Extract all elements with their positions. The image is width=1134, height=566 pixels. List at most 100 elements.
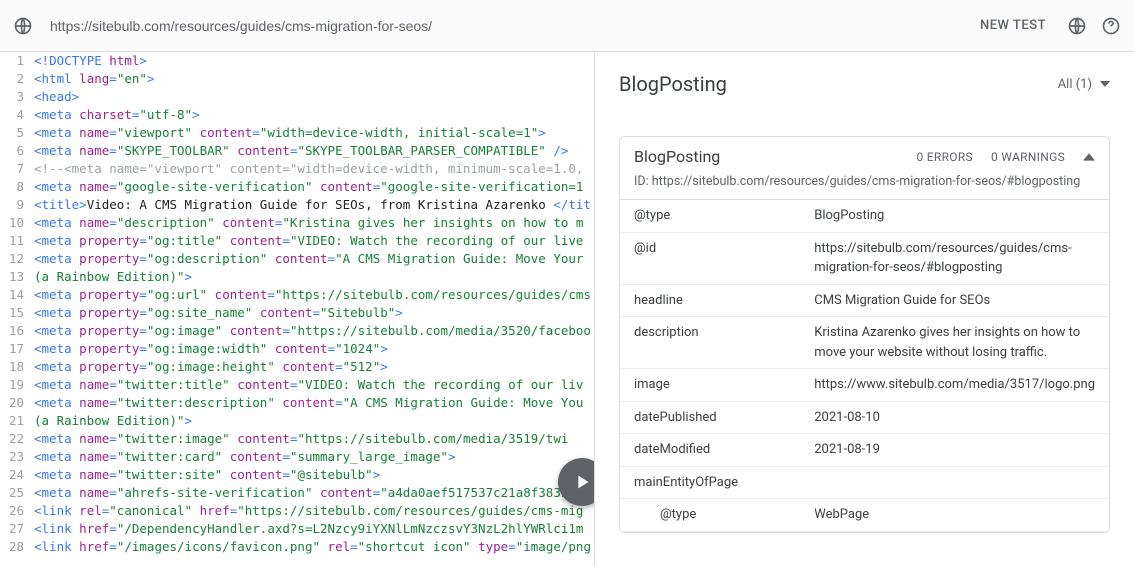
inspector-title: BlogPosting — [619, 72, 727, 96]
line-number: 25 — [0, 484, 34, 502]
card-id: ID: https://sitebulb.com/resources/guide… — [620, 172, 1109, 200]
code-line[interactable]: 3<head> — [0, 88, 594, 106]
property-value: https://www.sitebulb.com/media/3517/logo… — [800, 369, 1109, 402]
line-number: 1 — [0, 52, 34, 70]
code-line[interactable]: 28<link href="/images/icons/favicon.png"… — [0, 538, 594, 556]
property-key: image — [620, 369, 800, 402]
chevron-up-icon — [1083, 153, 1095, 161]
code-line[interactable]: 21(a Rainbow Edition)"> — [0, 412, 594, 430]
result-card: BlogPosting 0 ERRORS 0 WARNINGS ID: http… — [619, 136, 1110, 533]
card-header[interactable]: BlogPosting 0 ERRORS 0 WARNINGS — [620, 137, 1109, 172]
code-line[interactable]: 13(a Rainbow Edition)"> — [0, 268, 594, 286]
table-row: imagehttps://www.sitebulb.com/media/3517… — [620, 369, 1109, 402]
code-line[interactable]: 26<link rel="canonical" href="https://si… — [0, 502, 594, 520]
globe-icon — [12, 15, 34, 37]
code-line[interactable]: 17<meta property="og:image:width" conten… — [0, 340, 594, 358]
code-content: <meta charset="utf-8"> — [34, 106, 594, 124]
code-line[interactable]: 27<link href="/DependencyHandler.axd?s=L… — [0, 520, 594, 538]
line-number: 3 — [0, 88, 34, 106]
code-content: <meta name="twitter:image" content="http… — [34, 430, 594, 448]
line-number: 6 — [0, 142, 34, 160]
code-line[interactable]: 16<meta property="og:image" content="htt… — [0, 322, 594, 340]
code-line[interactable]: 9<title>Video: A CMS Migration Guide for… — [0, 196, 594, 214]
code-content: <meta name="google-site-verification" co… — [34, 178, 594, 196]
source-code-panel[interactable]: 1<!DOCTYPE html>2<html lang="en">3<head>… — [0, 52, 595, 566]
code-content: <title>Video: A CMS Migration Guide for … — [34, 196, 594, 214]
code-line[interactable]: 1<!DOCTYPE html> — [0, 52, 594, 70]
code-line[interactable]: 25<meta name="ahrefs-site-verification" … — [0, 484, 594, 502]
url-input[interactable] — [46, 12, 968, 40]
line-number: 18 — [0, 358, 34, 376]
code-content: <!--<meta name="viewport" content="width… — [34, 160, 594, 178]
property-key: headline — [620, 284, 800, 317]
code-line[interactable]: 7<!--<meta name="viewport" content="widt… — [0, 160, 594, 178]
code-content: <meta name="twitter:site" content="@site… — [34, 466, 594, 484]
code-content: <meta name="viewport" content="width=dev… — [34, 124, 594, 142]
code-line[interactable]: 4<meta charset="utf-8"> — [0, 106, 594, 124]
table-row: dateModified2021-08-19 — [620, 434, 1109, 467]
code-line[interactable]: 11<meta property="og:title" content="VID… — [0, 232, 594, 250]
properties-table: @typeBlogPosting@idhttps://sitebulb.com/… — [620, 200, 1109, 532]
errors-count: 0 ERRORS — [916, 150, 973, 164]
code-line[interactable]: 18<meta property="og:image:height" conte… — [0, 358, 594, 376]
table-row: headlineCMS Migration Guide for SEOs — [620, 284, 1109, 317]
code-content: <meta property="og:url" content="https:/… — [34, 286, 594, 304]
code-line[interactable]: 8<meta name="google-site-verification" c… — [0, 178, 594, 196]
filter-dropdown[interactable]: All (1) — [1058, 77, 1110, 92]
code-line[interactable]: 12<meta property="og:description" conten… — [0, 250, 594, 268]
line-number: 5 — [0, 124, 34, 142]
code-content: <meta property="og:site_name" content="S… — [34, 304, 594, 322]
property-key: dateModified — [620, 434, 800, 467]
line-number: 23 — [0, 448, 34, 466]
code-line[interactable]: 6<meta name="SKYPE_TOOLBAR" content="SKY… — [0, 142, 594, 160]
main: 1<!DOCTYPE html>2<html lang="en">3<head>… — [0, 52, 1134, 566]
inspector-header: BlogPosting All (1) — [619, 72, 1110, 96]
code-line[interactable]: 2<html lang="en"> — [0, 70, 594, 88]
code-line[interactable]: 14<meta property="og:url" content="https… — [0, 286, 594, 304]
table-row: @typeBlogPosting — [620, 200, 1109, 232]
code-line[interactable]: 15<meta property="og:site_name" content=… — [0, 304, 594, 322]
code-line[interactable]: 23<meta name="twitter:card" content="sum… — [0, 448, 594, 466]
code-content: <html lang="en"> — [34, 70, 594, 88]
code-line[interactable]: 10<meta name="description" content="Kris… — [0, 214, 594, 232]
line-number: 14 — [0, 286, 34, 304]
line-number: 17 — [0, 340, 34, 358]
line-number: 28 — [0, 538, 34, 556]
property-value: WebPage — [800, 499, 1109, 532]
code-line[interactable]: 24<meta name="twitter:site" content="@si… — [0, 466, 594, 484]
structured-data-inspector: BlogPosting All (1) BlogPosting 0 ERRORS… — [595, 52, 1134, 566]
code-content: <meta name="SKYPE_TOOLBAR" content="SKYP… — [34, 142, 594, 160]
language-icon[interactable] — [1066, 15, 1088, 37]
property-value: CMS Migration Guide for SEOs — [800, 284, 1109, 317]
warnings-count: 0 WARNINGS — [991, 150, 1065, 164]
property-key: description — [620, 317, 800, 369]
code-line[interactable]: 5<meta name="viewport" content="width=de… — [0, 124, 594, 142]
line-number: 24 — [0, 466, 34, 484]
code-content: <meta property="og:image:width" content=… — [34, 340, 594, 358]
line-number: 22 — [0, 430, 34, 448]
line-number: 26 — [0, 502, 34, 520]
line-number: 11 — [0, 232, 34, 250]
property-value: 2021-08-10 — [800, 401, 1109, 434]
code-line[interactable]: 19<meta name="twitter:title" content="VI… — [0, 376, 594, 394]
table-row: @typeWebPage — [620, 499, 1109, 532]
line-number: 20 — [0, 394, 34, 412]
line-number: 15 — [0, 304, 34, 322]
property-value: Kristina Azarenko gives her insights on … — [800, 317, 1109, 369]
line-number: 8 — [0, 178, 34, 196]
code-content: <!DOCTYPE html> — [34, 52, 594, 70]
help-icon[interactable] — [1100, 15, 1122, 37]
code-line[interactable]: 22<meta name="twitter:image" content="ht… — [0, 430, 594, 448]
line-number: 16 — [0, 322, 34, 340]
new-test-button[interactable]: NEW TEST — [980, 18, 1046, 33]
code-content: <link href="/images/icons/favicon.png" r… — [34, 538, 594, 556]
property-value: 2021-08-19 — [800, 434, 1109, 467]
table-row: @idhttps://sitebulb.com/resources/guides… — [620, 232, 1109, 284]
property-key: mainEntityOfPage — [620, 466, 800, 499]
property-key: @type — [620, 499, 800, 532]
code-content: <meta name="twitter:card" content="summa… — [34, 448, 594, 466]
code-content: (a Rainbow Edition)"> — [34, 412, 594, 430]
code-line[interactable]: 20<meta name="twitter:description" conte… — [0, 394, 594, 412]
chevron-down-icon — [1100, 81, 1110, 87]
code-content: <meta property="og:image" content="https… — [34, 322, 594, 340]
